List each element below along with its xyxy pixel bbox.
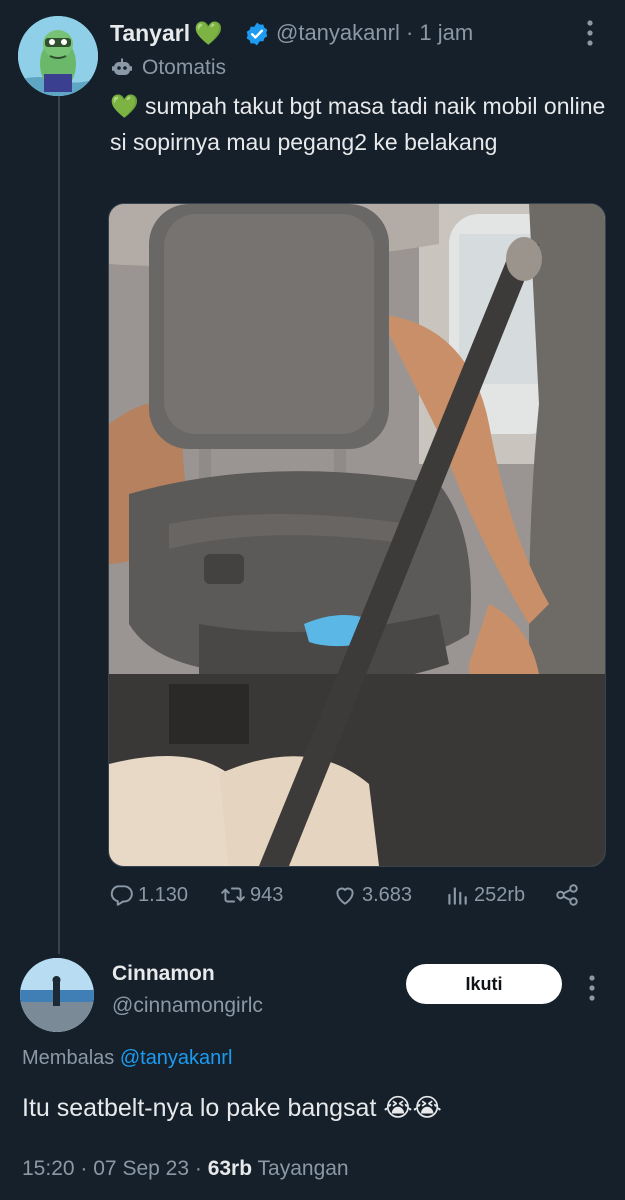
verified-badge-icon [246, 22, 268, 46]
author-name[interactable]: Tanyarl 💚 [110, 20, 223, 47]
tweet-text-body: sumpah takut bgt masa tadi naik mobil on… [110, 93, 606, 155]
views-count: 252rb [474, 883, 526, 906]
tweet-action-bar: 1.130 943 3.683 252rb [108, 882, 588, 918]
retweet-icon [221, 887, 245, 903]
like-action[interactable]: 3.683 [332, 882, 412, 908]
tweet-text-emoji: 💚 [110, 93, 139, 119]
reply-text: Itu seatbelt-nya lo pake bangsat 😭😭 [22, 1093, 442, 1123]
reply-views-count: 63rb [207, 1157, 253, 1180]
share-icon [556, 884, 578, 906]
replying-to: Membalas @tanyakanrl [22, 1047, 232, 1070]
views-action[interactable]: 252rb [444, 882, 525, 908]
reply-author-avatar[interactable] [20, 958, 94, 1032]
reply-date[interactable]: 07 Sep 23 [93, 1157, 189, 1180]
bot-icon [112, 58, 132, 75]
more-dots-glyph [587, 20, 593, 46]
author-avatar[interactable] [18, 16, 98, 96]
avatar-beach-image [20, 958, 94, 1032]
reply-icon [110, 885, 133, 906]
avatar-cartoon-image [18, 16, 98, 96]
meta-separator: · [194, 1157, 202, 1180]
thread-connector-line [58, 96, 60, 954]
time-separator: · [405, 20, 414, 45]
author-name-text: Tanyarl [110, 20, 191, 46]
follow-button[interactable]: Ikuti [406, 964, 562, 1004]
reply-views-label: Tayangan [257, 1157, 349, 1180]
reply-metadata: 15:20 · 07 Sep 23 · 63rb Tayangan [22, 1157, 349, 1181]
replying-to-mention[interactable]: @tanyakanrl [120, 1047, 233, 1069]
tweet-media-image[interactable] [108, 203, 606, 867]
reply-count: 1.130 [138, 883, 189, 906]
tweet-text: 💚 sumpah takut bgt masa tadi naik mobil … [110, 88, 610, 160]
automated-label-text: Otomatis [142, 56, 227, 79]
reply-author-handle[interactable]: @cinnamongirlc [112, 994, 263, 1018]
reply-text-body: Itu seatbelt-nya lo pake bangsat [22, 1094, 377, 1122]
reply-action[interactable]: 1.130 [108, 882, 188, 908]
meta-separator: · [80, 1157, 88, 1180]
crying-emoji: 😭😭 [383, 1094, 442, 1122]
green-heart-emoji: 💚 [194, 20, 223, 46]
automated-label: Otomatis [110, 56, 226, 80]
views-chart-icon [448, 887, 467, 905]
retweet-count: 943 [250, 883, 284, 906]
car-backseat-photo [109, 204, 605, 866]
tweet-time: 1 jam [419, 20, 474, 45]
more-vertical-icon[interactable] [582, 17, 598, 49]
reply-time[interactable]: 15:20 [22, 1157, 75, 1180]
more-dots-glyph [589, 975, 595, 1001]
author-handle: @tanyakanrl [276, 20, 400, 45]
share-action[interactable] [554, 882, 580, 908]
author-handle-time[interactable]: @tanyakanrl · 1 jam [276, 20, 473, 46]
replying-to-prefix: Membalas [22, 1047, 115, 1069]
heart-icon [336, 887, 354, 905]
more-vertical-icon[interactable] [584, 972, 600, 1011]
reply-author-name[interactable]: Cinnamon [112, 962, 215, 986]
like-count: 3.683 [362, 883, 413, 906]
retweet-action[interactable]: 943 [220, 882, 283, 908]
